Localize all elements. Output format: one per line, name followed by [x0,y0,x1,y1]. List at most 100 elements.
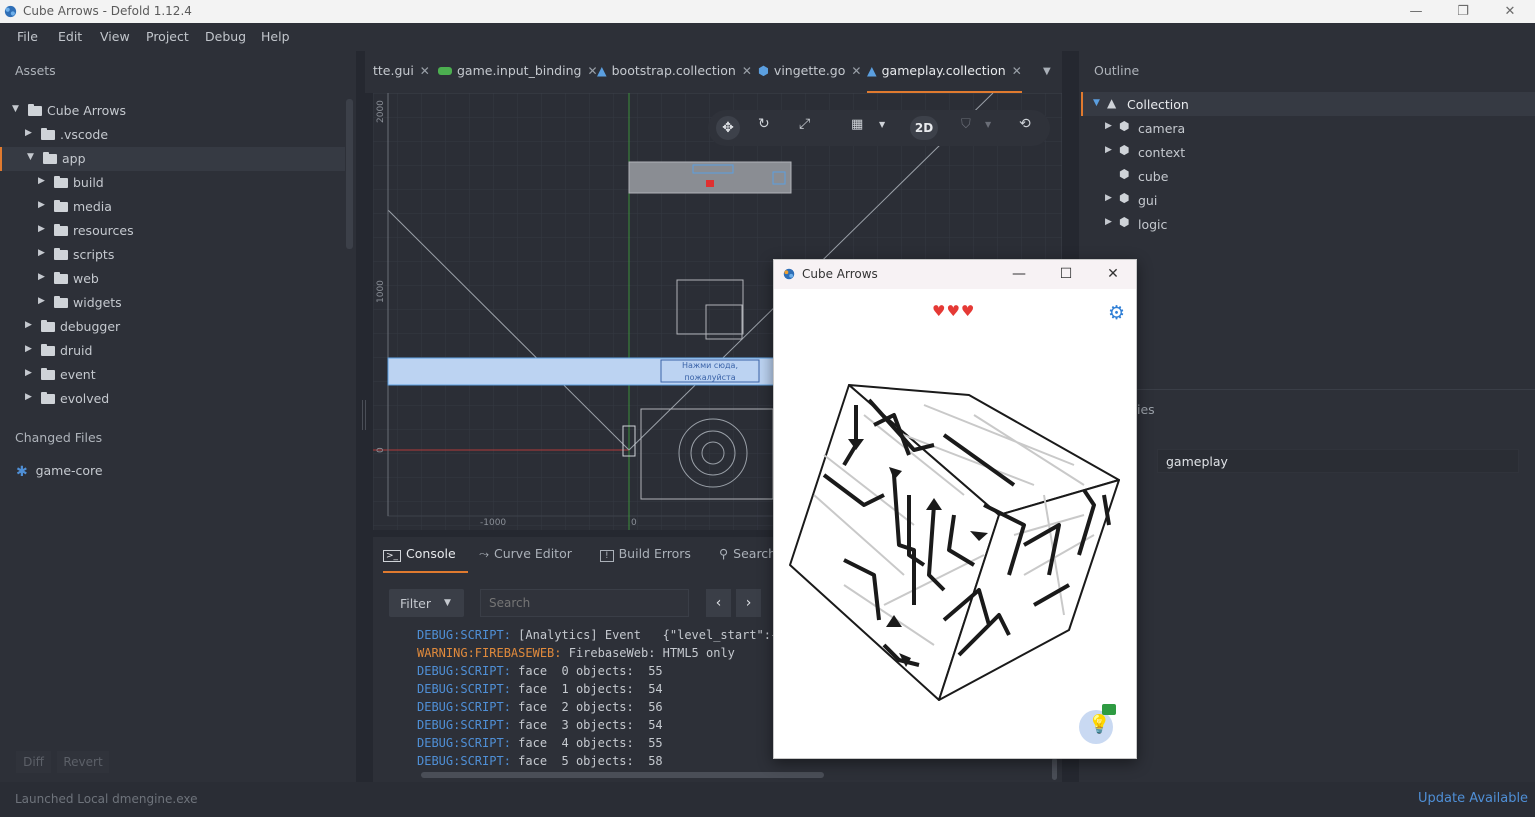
close-tab-icon[interactable]: ✕ [742,64,752,78]
revert-button[interactable]: Revert [57,751,109,773]
outline-title: Outline [1094,63,1140,78]
close-tab-icon[interactable]: ✕ [851,64,861,78]
outline-item[interactable]: ▶ ⬢ logic [1099,212,1499,236]
menu-view[interactable]: View [100,29,130,44]
gear-icon[interactable]: ⚙ [1108,302,1125,324]
game-maximize-button[interactable]: ☐ [1051,264,1081,284]
outline-root[interactable]: ▼ ▲ Collection [1081,92,1535,116]
asset-tree-item[interactable]: ▼ app [0,147,345,171]
grid-icon[interactable]: ▦ [851,117,863,132]
close-button[interactable]: ✕ [1487,0,1533,23]
collapsed-icon[interactable]: ▶ [25,392,35,404]
game-close-button[interactable]: ✕ [1098,264,1128,284]
asset-tree-item[interactable]: ▶ event [0,363,345,387]
split-handle[interactable] [362,400,366,430]
game-object-icon: ⬢ [1119,143,1130,157]
close-tab-icon[interactable]: ✕ [420,64,430,78]
asset-tree-item[interactable]: ▶ build [0,171,345,195]
changed-file-item[interactable]: ✱ game-core [16,463,103,484]
collapsed-icon[interactable]: ▶ [1105,193,1112,203]
console-scrollbar[interactable] [421,772,824,778]
move-tool-icon[interactable]: ✥ [716,116,740,140]
console-search-input[interactable] [480,589,689,617]
log-message: [Analytics] Event {"level_start":{ [510,628,779,642]
asset-tree-item[interactable]: ▶ debugger [0,315,345,339]
update-available-link[interactable]: Update Available [1418,791,1528,806]
hint-button[interactable]: 💡 [1079,704,1116,744]
diff-button[interactable]: Diff [16,751,51,773]
collapsed-icon[interactable]: ▶ [1105,145,1112,155]
asset-tree-item[interactable]: ▶ scripts [0,243,345,267]
collapsed-icon[interactable]: ▶ [1105,217,1112,227]
collapsed-icon[interactable]: ▶ [25,344,35,356]
outline-item[interactable]: ▶ ⬢ context [1099,140,1499,164]
rotate-tool-icon[interactable]: ↻ [758,116,770,132]
tab-gameplay-collection[interactable]: ▲ gameplay.collection ✕ [867,63,1022,93]
game-minimize-button[interactable]: — [1004,264,1034,284]
menu-debug[interactable]: Debug [205,29,246,44]
expanded-icon: ▼ [1093,98,1100,108]
asset-tree-item[interactable]: ▶ resources [0,219,345,243]
console-vscrollbar[interactable] [1052,758,1057,780]
asset-tree-item[interactable]: ▶ media [0,195,345,219]
filter-dropdown[interactable]: Filter ▼ [389,589,464,617]
collapsed-icon[interactable]: ▶ [38,272,48,284]
folder-icon [54,296,68,308]
tab-curve-editor[interactable]: ⤳ Curve Editor [479,546,572,562]
asset-tree-item[interactable]: ▶ web [0,267,345,291]
collapsed-icon[interactable]: ▶ [38,200,48,212]
previous-match-button[interactable]: ‹ [706,589,731,617]
video-ad-badge-icon [1102,704,1116,715]
tab-console[interactable]: >_ Console [383,546,468,573]
collapsed-icon[interactable]: ▶ [38,224,48,236]
collapsed-icon[interactable]: ▶ [1105,121,1112,131]
maze-cube[interactable] [784,375,1124,705]
menu-file[interactable]: File [17,29,38,44]
scale-tool-icon[interactable]: ⤢ [799,116,810,132]
outline-item[interactable]: ▶ ⬢ camera [1099,116,1499,140]
restore-button[interactable]: ❐ [1440,0,1486,23]
tab-tte-gui[interactable]: tte.gui ✕ [373,63,430,78]
tab-bootstrap-collection[interactable]: ▲ bootstrap.collection ✕ [597,63,752,78]
assets-scrollbar[interactable] [346,99,353,249]
next-match-button[interactable]: › [736,589,761,617]
collapsed-icon[interactable]: ▶ [38,176,48,188]
chevron-down-icon[interactable]: ▼ [879,120,885,129]
folder-icon [54,248,68,260]
menu-edit[interactable]: Edit [58,29,82,44]
tabs-overflow-icon[interactable]: ▼ [1043,66,1051,77]
asset-tree-label: build [73,175,104,190]
menu-help[interactable]: Help [261,29,290,44]
tab-search[interactable]: ⚲ Search [719,546,776,561]
collapsed-icon[interactable]: ▶ [25,368,35,380]
id-field[interactable]: gameplay [1157,449,1519,473]
visibility-filter-icon[interactable]: ⛉ [961,117,971,132]
outline-item[interactable]: ▶ ⬢ gui [1099,188,1499,212]
expanded-icon[interactable]: ▼ [12,104,22,116]
tab-game-input-binding[interactable]: game.input_binding ✕ [438,63,598,78]
collapsed-icon[interactable]: ▶ [38,248,48,260]
asset-tree-item[interactable]: ▶ druid [0,339,345,363]
minimize-button[interactable]: — [1393,0,1439,23]
expanded-icon[interactable]: ▼ [27,152,37,164]
asset-tree-item[interactable]: ▼ Cube Arrows [0,99,345,123]
collapsed-icon[interactable]: ▶ [25,320,35,332]
asset-tree-item[interactable]: ▶ widgets [0,291,345,315]
tab-vingette-go[interactable]: ⬢ vingette.go ✕ [758,63,861,78]
camera-reset-icon[interactable]: ⟲ [1019,116,1031,132]
collapsed-icon[interactable]: ▶ [38,296,48,308]
toggle-2d-button[interactable]: 2D [910,116,938,140]
folder-icon [41,320,55,332]
close-tab-icon[interactable]: ✕ [1012,64,1022,78]
asset-tree-item[interactable]: ▶ .vscode [0,123,345,147]
close-tab-icon[interactable]: ✕ [587,64,597,78]
asset-tree-item[interactable]: ▶ evolved [0,387,345,411]
game-object-icon: ⬢ [1119,119,1130,133]
ruler-y-label: 1000 [376,280,386,303]
tab-build-errors[interactable]: ! Build Errors [600,546,691,562]
chevron-down-icon[interactable]: ▼ [985,120,991,129]
menu-project[interactable]: Project [146,29,189,44]
collapsed-icon[interactable]: ▶ [25,128,35,140]
outline-item[interactable]: ⬢ cube [1099,164,1499,188]
collection-icon: ▲ [1107,96,1117,110]
